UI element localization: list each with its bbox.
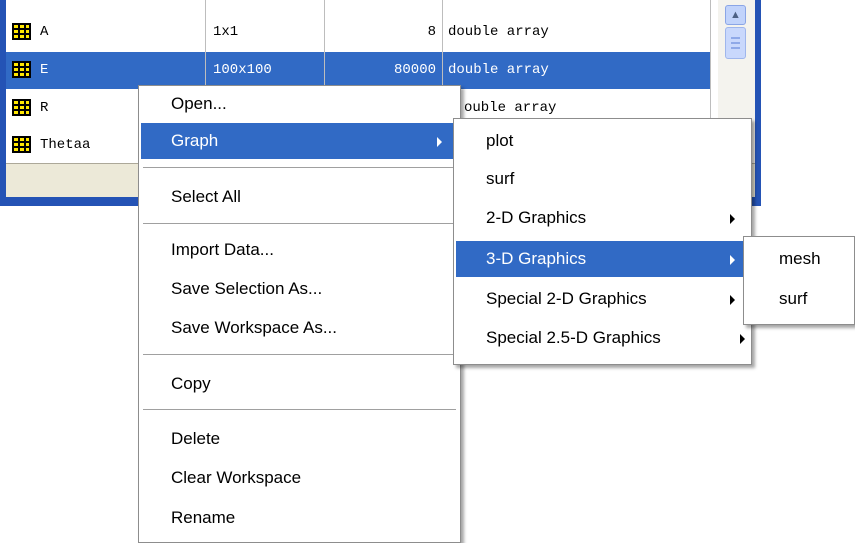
variable-row-a[interactable]: A 1x1 8 double array (6, 14, 710, 51)
menu-item-surf[interactable]: surf (456, 161, 749, 197)
menu-item-3d-graphics-label: 3-D Graphics (486, 249, 587, 268)
submenu-arrow-icon (730, 214, 735, 224)
variable-grid-icon (12, 136, 31, 153)
menu-item-rename[interactable]: Rename (141, 500, 458, 536)
menu-item-clear-workspace[interactable]: Clear Workspace (141, 460, 458, 496)
menu-separator (143, 223, 456, 225)
menu-separator (143, 167, 456, 169)
graph-submenu: plot surf 2-D Graphics 3-D Graphics Spec… (453, 118, 752, 365)
scrollbar-thumb[interactable] (725, 27, 746, 59)
variable-bytes: 8 (427, 24, 436, 40)
variable-row-e[interactable]: E 100x100 80000 double array (6, 52, 710, 89)
menu-item-select-all[interactable]: Select All (141, 179, 458, 215)
variable-grid-icon (12, 99, 31, 116)
menu-item-mesh[interactable]: mesh (746, 241, 855, 277)
menu-separator (143, 409, 456, 411)
menu-item-3d-graphics[interactable]: 3-D Graphics (456, 241, 749, 277)
menu-item-special-25d-graphics[interactable]: Special 2.5-D Graphics (456, 320, 749, 356)
variable-name: R (40, 100, 49, 116)
menu-item-2d-graphics-label: 2-D Graphics (486, 208, 587, 227)
variable-grid-icon (12, 61, 31, 78)
menu-item-save-selection-as[interactable]: Save Selection As... (141, 271, 458, 307)
menu-item-copy[interactable]: Copy (141, 366, 458, 402)
menu-item-import-data[interactable]: Import Data... (141, 232, 458, 268)
menu-item-special-2d-label: Special 2-D Graphics (486, 289, 647, 308)
submenu-arrow-icon (437, 137, 442, 147)
menu-item-graph[interactable]: Graph (141, 123, 458, 159)
context-menu: Open... Graph Select All Import Data... … (138, 85, 461, 543)
menu-item-delete[interactable]: Delete (141, 421, 458, 457)
variable-grid-icon (12, 23, 31, 40)
menu-item-surf-3d[interactable]: surf (746, 281, 855, 317)
variable-size: 1x1 (213, 24, 239, 40)
graphics-3d-submenu: mesh surf (743, 236, 855, 325)
variable-name: A (40, 24, 49, 40)
menu-item-plot[interactable]: plot (456, 123, 749, 159)
menu-item-open[interactable]: Open... (141, 86, 458, 122)
submenu-arrow-icon (730, 255, 735, 265)
variable-name: Thetaa (40, 137, 91, 153)
menu-item-special-25d-label: Special 2.5-D Graphics (486, 328, 661, 347)
variable-class: double array (448, 24, 549, 40)
variable-size: 100x100 (213, 62, 272, 78)
variable-bytes: 80000 (393, 62, 436, 78)
menu-item-2d-graphics[interactable]: 2-D Graphics (456, 200, 749, 236)
submenu-arrow-icon (740, 334, 745, 344)
scroll-up-icon[interactable]: ▲ (725, 5, 746, 25)
menu-item-graph-label: Graph (171, 131, 219, 150)
submenu-arrow-icon (730, 295, 735, 305)
menu-item-save-workspace-as[interactable]: Save Workspace As... (141, 310, 458, 346)
menu-separator (143, 354, 456, 356)
variable-name: E (40, 62, 49, 78)
menu-item-special-2d-graphics[interactable]: Special 2-D Graphics (456, 281, 749, 317)
variable-class: double array (448, 62, 549, 78)
